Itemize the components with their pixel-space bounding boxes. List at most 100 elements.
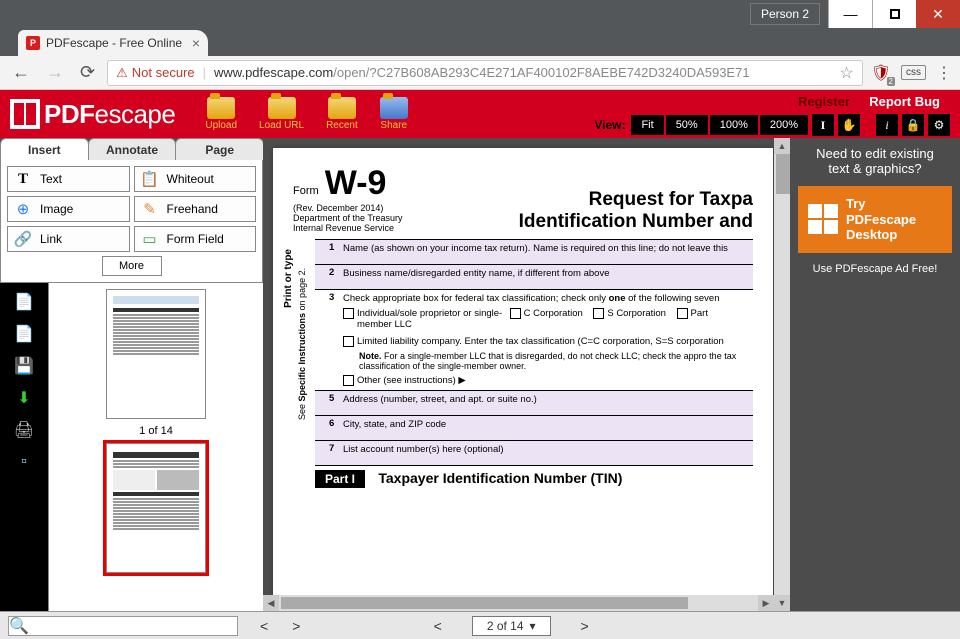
tool-freehand[interactable]: ✎Freehand — [134, 196, 257, 222]
browser-menu-button[interactable]: ⋮ — [936, 63, 952, 83]
scroll-up-icon[interactable]: ▲ — [774, 138, 790, 154]
nav-forward-button[interactable]: → — [42, 62, 68, 83]
scroll-thumb-h[interactable] — [281, 597, 688, 609]
settings-button[interactable]: ⚙ — [928, 114, 950, 136]
hand-tool[interactable]: ✋ — [838, 114, 860, 136]
image-icon: ⊕ — [14, 200, 32, 218]
page-navigator: < 2 of 14▾ > — [434, 616, 589, 636]
windows-icon — [808, 204, 838, 234]
page-new-icon[interactable]: 📄 — [9, 289, 39, 315]
zoom-200-button[interactable]: 200% — [760, 115, 808, 135]
tool-text[interactable]: TText — [7, 166, 130, 192]
pencil-icon: ✎ — [141, 200, 159, 218]
tab-page[interactable]: Page — [175, 138, 264, 160]
window-minimize-button[interactable]: — — [828, 0, 872, 28]
info-button[interactable]: i — [876, 114, 898, 136]
checkbox-ccorp[interactable] — [510, 308, 521, 319]
save-icon[interactable]: 💾 — [9, 353, 39, 379]
tool-image[interactable]: ⊕Image — [7, 196, 130, 222]
window-maximize-button[interactable] — [872, 0, 916, 28]
search-prev[interactable]: < — [260, 618, 268, 634]
window-icon[interactable]: ▫ — [9, 449, 39, 475]
css-extension-button[interactable]: css — [901, 65, 926, 80]
scroll-right-icon[interactable]: ▶ — [758, 595, 774, 611]
text-cursor-tool[interactable]: I — [812, 114, 834, 136]
url-text: www.pdfescape.com/open/?C27B608AB293C4E2… — [214, 65, 750, 80]
part-header: Part I — [315, 470, 365, 488]
scroll-left-icon[interactable]: ◀ — [263, 595, 279, 611]
pdf-page[interactable]: Form W-9 (Rev. December 2014) Department… — [273, 148, 773, 611]
tool-formfield[interactable]: ▭Form Field — [134, 226, 257, 252]
horizontal-scrollbar[interactable]: ◀ ▶ — [263, 595, 774, 611]
extension-area: 🛡2 css ⋮ — [871, 63, 952, 83]
bookmark-star-button[interactable]: ☆ — [839, 63, 853, 83]
insert-tools: TText 📋Whiteout ⊕Image ✎Freehand 🔗Link ▭… — [0, 160, 263, 283]
left-panel: Insert Annotate Page TText 📋Whiteout ⊕Im… — [0, 138, 263, 611]
favicon-icon: P — [26, 36, 40, 50]
checkbox-llc[interactable] — [343, 336, 354, 347]
folder-recent-icon — [328, 97, 356, 119]
tab-insert[interactable]: Insert — [0, 138, 89, 160]
window-close-button[interactable]: ✕ — [916, 0, 960, 28]
page-prev-button[interactable]: < — [434, 618, 442, 634]
nav-back-button[interactable]: ← — [8, 62, 34, 83]
minimize-icon: — — [844, 6, 858, 22]
zoom-100-button[interactable]: 100% — [710, 115, 758, 135]
pdf-viewer: Form W-9 (Rev. December 2014) Department… — [263, 138, 790, 611]
browser-tab[interactable]: P PDFescape - Free Online × — [18, 30, 208, 56]
load-url-button[interactable]: Load URL — [259, 97, 304, 131]
checkbox-partnership[interactable] — [677, 308, 688, 319]
checkbox-scorp[interactable] — [593, 308, 604, 319]
whiteout-icon: 📋 — [141, 170, 159, 188]
tab-close-button[interactable]: × — [192, 35, 200, 51]
pdfescape-logo[interactable]: PDFescape — [10, 99, 175, 130]
search-box[interactable]: 🔍 — [8, 616, 238, 636]
browser-toolbar: ← → ⟳ ⚠ Not secure | www.pdfescape.com/o… — [0, 56, 960, 90]
download-icon[interactable]: ⬇ — [9, 385, 39, 411]
scroll-thumb[interactable] — [776, 154, 790, 194]
folder-upload-icon — [207, 97, 235, 119]
desktop-cta-button[interactable]: TryPDFescapeDesktop — [798, 186, 952, 253]
zoom-fit-button[interactable]: Fit — [631, 115, 663, 135]
tool-link[interactable]: 🔗Link — [7, 226, 130, 252]
view-label: View: — [594, 118, 625, 132]
tab-annotate[interactable]: Annotate — [88, 138, 177, 160]
tab-title: PDFescape - Free Online — [46, 36, 182, 50]
sidebar-instructions: See Specific Instructions on page 2. — [297, 239, 307, 449]
thumbnail-page-2[interactable] — [106, 443, 206, 573]
text-icon: T — [14, 170, 32, 188]
register-link[interactable]: Register — [798, 94, 850, 109]
search-input[interactable] — [29, 619, 237, 633]
checkbox-other[interactable] — [343, 375, 354, 386]
report-bug-link[interactable]: Report Bug — [869, 94, 940, 109]
zoom-50-button[interactable]: 50% — [666, 115, 708, 135]
link-icon: 🔗 — [14, 230, 32, 248]
checkbox-individual[interactable] — [343, 308, 354, 319]
not-secure-label: Not secure — [132, 65, 195, 80]
folder-url-icon — [268, 97, 296, 119]
address-bar[interactable]: ⚠ Not secure | www.pdfescape.com/open/?C… — [107, 60, 863, 86]
profile-chip[interactable]: Person 2 — [750, 3, 820, 25]
search-icon: 🔍 — [9, 616, 29, 636]
lock-button[interactable]: 🔒 — [902, 114, 924, 136]
scroll-down-icon[interactable]: ▼ — [774, 595, 790, 611]
page-current-icon[interactable]: 📄 — [9, 321, 39, 347]
share-button[interactable]: Share — [380, 97, 408, 131]
search-next[interactable]: > — [292, 618, 300, 634]
tool-whiteout[interactable]: 📋Whiteout — [134, 166, 257, 192]
adfree-link[interactable]: Use PDFescape Ad Free! — [798, 263, 952, 275]
thumbnail-page-1[interactable] — [106, 289, 206, 419]
page-select[interactable]: 2 of 14▾ — [472, 616, 551, 636]
ublock-icon[interactable]: 🛡2 — [871, 63, 891, 83]
print-icon[interactable]: 🖨 — [9, 417, 39, 443]
sidebar-print-type: Print or type — [283, 249, 294, 308]
upload-button[interactable]: Upload — [205, 97, 237, 131]
tool-more-button[interactable]: More — [102, 256, 162, 276]
security-warning[interactable]: ⚠ Not secure — [116, 65, 195, 81]
vertical-scrollbar[interactable]: ▲ ▼ — [774, 138, 790, 611]
page-next-button[interactable]: > — [581, 618, 589, 634]
promo-headline: Need to edit existingtext & graphics? — [798, 146, 952, 176]
nav-reload-button[interactable]: ⟳ — [76, 62, 99, 83]
chevron-down-icon: ▾ — [530, 619, 536, 633]
recent-button[interactable]: Recent — [326, 97, 358, 131]
